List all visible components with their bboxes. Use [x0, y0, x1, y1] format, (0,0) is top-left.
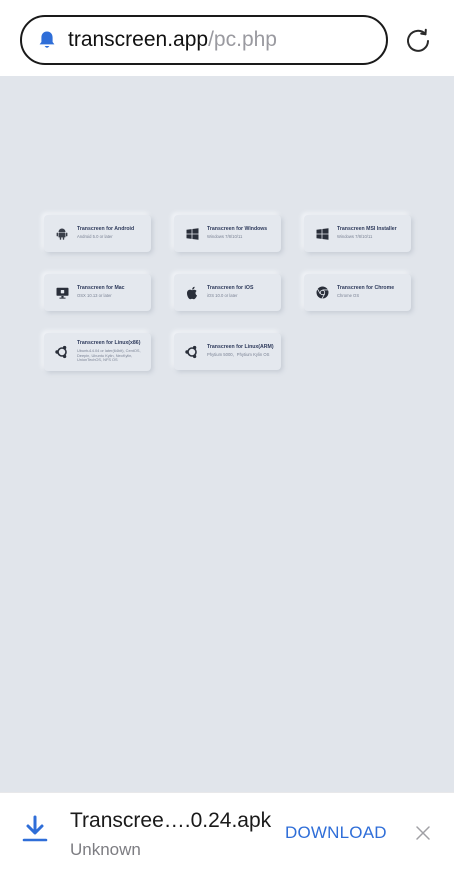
windows-icon [313, 227, 331, 240]
card-subtitle: OSX 10.13 or later [77, 293, 112, 299]
download-button[interactable]: DOWNLOAD [285, 823, 387, 843]
download-card-chrome[interactable]: Transcreen for Chrome Chrome OS [304, 274, 411, 311]
download-status: Unknown [70, 840, 141, 859]
mac-icon [53, 287, 71, 299]
card-title: Transcreen for Android [77, 226, 135, 233]
url-text: transcreen.app/pc.php [68, 28, 277, 52]
download-card-ios[interactable]: Transcreen for iOS iOS 10.0 or later [174, 274, 281, 311]
card-title: Transcreen for Chrome [337, 285, 395, 292]
download-card-msi-installer[interactable]: Transcreen MSI Installer Windows 7/8/10/… [304, 215, 411, 252]
card-subtitle: Ubuntu14.04 or later(64bit), CentOS, Dee… [77, 348, 141, 363]
url-domain: transcreen.app [68, 28, 209, 51]
close-icon[interactable] [414, 824, 432, 842]
windows-icon [183, 227, 201, 240]
android-icon [53, 227, 71, 240]
card-subtitle: Chrome OS [337, 293, 360, 299]
chrome-icon [313, 286, 331, 299]
card-subtitle: Windows 7/8/10/11 [207, 234, 243, 240]
card-title: Transcreen for iOS [207, 285, 254, 292]
card-title: Transcreen for Mac [77, 285, 125, 292]
card-title: Transcreen MSI Installer [337, 226, 397, 233]
reload-icon[interactable] [404, 27, 432, 55]
download-card-linux-arm[interactable]: Transcreen for Linux(ARM) Phytium 5000、P… [174, 333, 281, 370]
ubuntu-icon [183, 345, 201, 359]
download-card-linux-x86[interactable]: Transcreen for Linux(x86) Ubuntu14.04 or… [44, 333, 151, 371]
download-card-android[interactable]: Transcreen for Android Android 5.0 or la… [44, 215, 151, 252]
download-card-mac[interactable]: Transcreen for Mac OSX 10.13 or later [44, 274, 151, 311]
card-subtitle: iOS 10.0 or later [207, 293, 238, 299]
apple-icon [183, 286, 201, 300]
card-title: Transcreen for Linux(x86) [77, 340, 141, 347]
notification-bell-icon [39, 31, 55, 48]
download-card-windows[interactable]: Transcreen for Windows Windows 7/8/10/11 [174, 215, 281, 252]
download-icon [22, 815, 48, 842]
ubuntu-icon [53, 345, 71, 359]
card-title: Transcreen for Windows [207, 226, 268, 233]
card-subtitle: Phytium 5000、Phytium Kylin OS [207, 352, 270, 358]
card-title: Transcreen for Linux(ARM) [207, 344, 274, 351]
address-bar[interactable]: transcreen.app/pc.php [20, 15, 388, 65]
card-subtitle: Android 5.0 or later [77, 234, 113, 240]
page-content: Transcreen for Android Android 5.0 or la… [0, 76, 454, 792]
download-filename: Transcree….0.24.apk [70, 809, 272, 832]
download-bar: Transcree….0.24.apk Unknown DOWNLOAD [0, 792, 454, 874]
browser-toolbar: transcreen.app/pc.php [0, 0, 454, 76]
card-subtitle: Windows 7/8/10/11 [337, 234, 373, 240]
url-path: /pc.php [208, 28, 277, 51]
